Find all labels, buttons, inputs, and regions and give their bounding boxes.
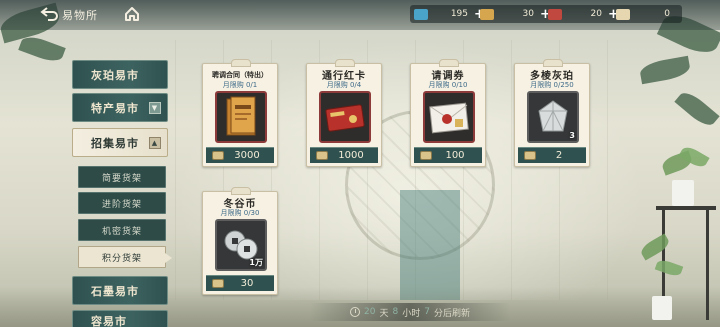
paper-ticket-icon (212, 151, 224, 160)
resource-value: 195 (450, 9, 468, 19)
shop-card[interactable]: 多棱灰珀 月限购 0/250 3 2 (514, 59, 590, 167)
price-bar[interactable]: 30 (206, 275, 274, 291)
foliage-decoration (18, 33, 66, 65)
refresh-hours: 8 (392, 307, 399, 317)
paper-ticket-icon (420, 151, 432, 160)
price-bar[interactable]: 1000 (310, 147, 378, 163)
prism-crystal-icon (538, 100, 568, 132)
shop-card[interactable]: 请调券 月限购 0/10 100 (410, 59, 486, 167)
paper-ticket-icon (524, 151, 536, 160)
top-bar: 易物所 195 + 30 + 20 + 0 (0, 0, 720, 30)
shop-card[interactable]: 聘调合同（特出） 月限购 0/1 3000 (202, 59, 278, 167)
plant-pot-decoration (652, 296, 672, 320)
resource-paper-ticket: 0 (616, 5, 670, 23)
card-ornament (543, 59, 563, 67)
refresh-minute-unit: 分后刷新 (433, 308, 470, 319)
sidebar-item-graphite-market[interactable]: 石墨易市 (72, 276, 168, 305)
resource-red-ticket: 20 + (548, 5, 619, 23)
sidebar-subitem-label: 简要货架 (101, 173, 142, 184)
card-price: 100 (445, 150, 465, 161)
sealed-envelope-icon (429, 102, 469, 134)
sidebar-item-label: 容易市 (91, 315, 127, 327)
resource-gold-ticket: 30 + (480, 5, 551, 23)
sidebar-item-label: 特产易市 (91, 101, 139, 115)
refresh-minutes: 7 (424, 307, 430, 317)
card-purchase-limit: 月限购 0/250 (530, 81, 574, 89)
refresh-day-unit: 天 (379, 308, 389, 319)
card-price: 30 (240, 278, 254, 289)
card-item-frame: 3 (527, 91, 579, 143)
gold-ticket-icon (480, 8, 494, 20)
home-icon (125, 7, 139, 21)
blue-ticket-icon (414, 8, 428, 20)
item-quantity: 3 (569, 131, 575, 140)
price-bar[interactable]: 100 (414, 147, 482, 163)
resource-value: 20 (590, 9, 602, 19)
refresh-hour-unit: 小时 (402, 308, 421, 319)
page-title: 易物所 (62, 9, 98, 22)
card-ornament (335, 59, 355, 67)
red-pass-card-icon (325, 104, 365, 132)
sidebar-item-recruit-market[interactable]: 招集易市 ▲ (72, 128, 168, 157)
sidebar-item-label: 灰珀易市 (91, 68, 139, 82)
resource-value: 0 (664, 9, 670, 19)
card-item-frame: 1万 (215, 219, 267, 271)
resource-blue-ticket: 195 + (414, 5, 485, 23)
card-item-frame (423, 91, 475, 143)
back-arrow-icon (40, 7, 58, 21)
background-teal-panel (400, 190, 460, 300)
foliage-decoration (654, 257, 684, 279)
card-ornament (231, 187, 251, 195)
home-icon[interactable] (124, 6, 142, 24)
refresh-timer: 20 天 8 小时 7 分后刷新 (310, 303, 510, 321)
paper-ticket-icon (212, 279, 224, 288)
chevron-down-icon[interactable]: ▼ (149, 102, 161, 114)
shop-card[interactable]: 冬谷币 月限购 0/30 1万 30 (202, 187, 278, 295)
item-quantity: 1万 (249, 258, 263, 267)
sidebar-subitem-secret-shelf[interactable]: 机密货架 (78, 219, 166, 241)
sidebar-subitem-basic-shelf[interactable]: 简要货架 (78, 166, 166, 188)
sidebar-subitem-label: 进阶货架 (101, 199, 142, 210)
sidebar-item-next-market[interactable]: 容易市 (72, 310, 168, 327)
plant-pot-decoration (672, 180, 694, 206)
sidebar-subitem-label: 积分货架 (101, 253, 142, 264)
card-purchase-limit: 月限购 0/30 (220, 209, 260, 217)
chevron-up-icon[interactable]: ▲ (149, 137, 161, 149)
back-arrow-icon[interactable] (40, 6, 62, 24)
card-item-frame (319, 91, 371, 143)
card-purchase-limit: 月限购 0/10 (428, 81, 468, 89)
card-ornament (439, 59, 459, 67)
price-bar[interactable]: 3000 (206, 147, 274, 163)
card-purchase-limit: 月限购 0/4 (326, 81, 362, 89)
shop-card[interactable]: 通行红卡 月限购 0/4 1000 (306, 59, 382, 167)
card-price: 3000 (234, 150, 260, 161)
resource-value: 30 (522, 9, 534, 19)
sidebar-subitem-label: 机密货架 (101, 226, 142, 237)
contract-icon (226, 96, 256, 136)
sidebar-subitem-points-shelf[interactable]: 积分货架 (78, 246, 172, 268)
card-item-frame (215, 91, 267, 143)
paper-ticket-icon (616, 8, 630, 20)
sidebar-subitem-advanced-shelf[interactable]: 进阶货架 (78, 192, 166, 214)
card-ornament (231, 59, 251, 67)
foliage-decoration (638, 55, 692, 85)
card-item-name: 聘调合同（特出） (212, 71, 268, 79)
sidebar-item-grey-amber-market[interactable]: 灰珀易市 (72, 60, 168, 89)
sidebar-item-label: 石墨易市 (91, 284, 139, 298)
card-price: 2 (555, 150, 563, 161)
card-price: 1000 (338, 150, 364, 161)
foliage-decoration (674, 87, 720, 131)
card-purchase-limit: 月限购 0/1 (222, 81, 258, 89)
red-ticket-icon (548, 8, 562, 20)
selected-indicator-icon (165, 253, 172, 263)
price-bar[interactable]: 2 (518, 147, 586, 163)
refresh-days: 20 (364, 307, 376, 317)
sidebar-item-label: 招集易市 (91, 136, 139, 150)
plant-stand-decoration (706, 210, 709, 320)
sidebar-item-specialty-market[interactable]: 特产易市 ▼ (72, 93, 168, 122)
paper-ticket-icon (316, 151, 328, 160)
clock-icon (350, 307, 361, 317)
